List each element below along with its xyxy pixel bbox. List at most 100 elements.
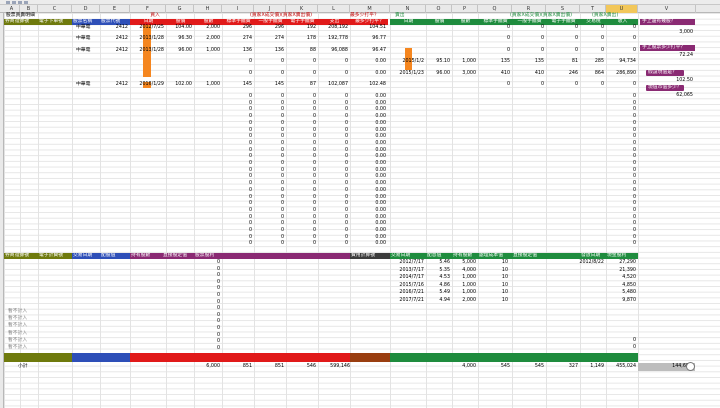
empty-income[interactable]: 0 <box>606 134 636 140</box>
sell-tax[interactable]: 0 <box>580 48 604 54</box>
empty-income[interactable]: 0 <box>606 235 636 241</box>
dividend-date[interactable]: 2013/7/17 <box>392 268 424 274</box>
sell-elec-fee[interactable]: 246 <box>546 71 578 77</box>
dividend-shares[interactable]: 1,000 <box>452 275 476 281</box>
buy-shares[interactable]: 2,000 <box>194 25 220 31</box>
empty-income[interactable]: 0 <box>606 161 636 167</box>
empty-breakeven[interactable]: 0.00 <box>350 228 386 234</box>
buy-cost[interactable]: 0 <box>318 59 348 65</box>
empty-gen-fee[interactable]: 0 <box>254 241 284 247</box>
empty-std-fee[interactable]: 0 <box>222 128 252 134</box>
buy-date[interactable]: 2016/1/29 <box>132 82 164 88</box>
sell-gen-fee[interactable]: 0 <box>512 36 544 42</box>
empty-gen-fee[interactable]: 0 <box>254 195 284 201</box>
stock-dividend-value[interactable]: 0 <box>194 339 220 345</box>
empty-breakeven[interactable]: 0.00 <box>350 148 386 154</box>
assumed-price-value[interactable]: 102.50 <box>640 78 693 84</box>
empty-std-fee[interactable]: 0 <box>222 161 252 167</box>
empty-elec-fee[interactable]: 0 <box>286 201 316 207</box>
empty-income[interactable]: 0 <box>606 215 636 221</box>
buy-elec-fee[interactable]: 178 <box>286 36 316 42</box>
empty-cost[interactable]: 0 <box>318 181 348 187</box>
empty-cost[interactable]: 0 <box>318 168 348 174</box>
buy-cost[interactable]: 192,778 <box>318 36 348 42</box>
buy-std-fee[interactable]: 0 <box>222 59 252 65</box>
sell-std-fee[interactable]: 0 <box>478 36 510 42</box>
empty-std-fee[interactable]: 0 <box>222 195 252 201</box>
buy-shares[interactable]: 1,000 <box>194 48 220 54</box>
stock-dividend-value[interactable]: 0 <box>194 326 220 332</box>
sell-income[interactable]: 94,734 <box>606 59 636 65</box>
empty-elec-fee[interactable]: 0 <box>286 141 316 147</box>
buy-elec-fee[interactable]: 0 <box>286 59 316 65</box>
empty-income[interactable]: 0 <box>606 101 636 107</box>
stock-dividend-value[interactable]: 0 <box>194 346 220 352</box>
empty-gen-fee[interactable]: 0 <box>254 201 284 207</box>
dividend-cash-empty[interactable]: 0 <box>606 338 636 344</box>
empty-gen-fee[interactable]: 0 <box>254 114 284 120</box>
sell-elec-fee[interactable]: 0 <box>546 36 578 42</box>
empty-gen-fee[interactable]: 0 <box>254 168 284 174</box>
empty-cost[interactable]: 0 <box>318 228 348 234</box>
buy-gen-fee[interactable]: 296 <box>254 25 284 31</box>
empty-std-fee[interactable]: 0 <box>222 201 252 207</box>
dividend-rate[interactable]: 4.86 <box>426 283 450 289</box>
empty-cost[interactable]: 0 <box>318 141 348 147</box>
empty-elec-fee[interactable]: 0 <box>286 168 316 174</box>
dividend-cash-empty[interactable]: 0 <box>606 345 636 351</box>
empty-elec-fee[interactable]: 0 <box>286 228 316 234</box>
empty-std-fee[interactable]: 0 <box>222 208 252 214</box>
column-header-f[interactable]: F <box>130 5 166 13</box>
sell-price[interactable]: 95.10 <box>426 59 450 65</box>
sell-shares[interactable]: 1,000 <box>452 59 476 65</box>
dividend-units[interactable]: 10 <box>478 298 508 304</box>
column-header-v[interactable]: V <box>638 5 696 13</box>
empty-gen-fee[interactable]: 0 <box>254 174 284 180</box>
empty-breakeven[interactable]: 0.00 <box>350 128 386 134</box>
dividend-shares[interactable]: 1,000 <box>452 283 476 289</box>
empty-cost[interactable]: 0 <box>318 128 348 134</box>
empty-std-fee[interactable]: 0 <box>222 101 252 107</box>
dividend-rate[interactable]: 4.94 <box>426 298 450 304</box>
buy-breakeven[interactable]: 0.00 <box>350 59 386 65</box>
dividend-rate[interactable]: 4.53 <box>426 275 450 281</box>
empty-gen-fee[interactable]: 0 <box>254 181 284 187</box>
column-header-c[interactable]: C <box>38 5 72 13</box>
column-header-i[interactable]: I <box>222 5 254 13</box>
empty-gen-fee[interactable]: 0 <box>254 154 284 160</box>
empty-elec-fee[interactable]: 0 <box>286 121 316 127</box>
buy-gen-fee[interactable]: 136 <box>254 48 284 54</box>
empty-std-fee[interactable]: 0 <box>222 114 252 120</box>
empty-income[interactable]: 0 <box>606 128 636 134</box>
empty-income[interactable]: 0 <box>606 121 636 127</box>
sell-std-fee[interactable]: 0 <box>478 48 510 54</box>
breakeven-price-value[interactable]: 72.24 <box>640 53 693 59</box>
buy-stock-code[interactable]: 2412 <box>100 48 128 54</box>
dividend-shares[interactable]: 1,000 <box>452 290 476 296</box>
empty-gen-fee[interactable]: 0 <box>254 128 284 134</box>
market-value-value[interactable]: 62,065 <box>640 93 693 99</box>
stock-dividend-value[interactable]: 0 <box>194 313 220 319</box>
buy-stock-code[interactable]: 2412 <box>100 36 128 42</box>
buy-stock-name[interactable]: 中華電 <box>76 25 98 31</box>
empty-income[interactable]: 0 <box>606 154 636 160</box>
empty-std-fee[interactable]: 0 <box>222 94 252 100</box>
sell-tax[interactable]: 0 <box>580 25 604 31</box>
save-icon[interactable] <box>6 1 10 4</box>
dividend-units[interactable]: 10 <box>478 283 508 289</box>
empty-income[interactable]: 0 <box>606 107 636 113</box>
empty-cost[interactable]: 0 <box>318 107 348 113</box>
stock-dividend-value[interactable]: 0 <box>194 267 220 273</box>
sell-income[interactable]: 0 <box>606 36 636 42</box>
empty-cost[interactable]: 0 <box>318 121 348 127</box>
empty-elec-fee[interactable]: 0 <box>286 215 316 221</box>
dividend-cash[interactable]: 9,870 <box>606 298 636 304</box>
stock-dividend-value[interactable]: 0 <box>194 280 220 286</box>
sell-gen-fee[interactable]: 0 <box>512 25 544 31</box>
sell-income[interactable]: 0 <box>606 48 636 54</box>
empty-breakeven[interactable]: 0.00 <box>350 241 386 247</box>
buy-std-fee[interactable]: 145 <box>222 82 252 88</box>
empty-breakeven[interactable]: 0.00 <box>350 201 386 207</box>
empty-breakeven[interactable]: 0.00 <box>350 221 386 227</box>
empty-breakeven[interactable]: 0.00 <box>350 141 386 147</box>
